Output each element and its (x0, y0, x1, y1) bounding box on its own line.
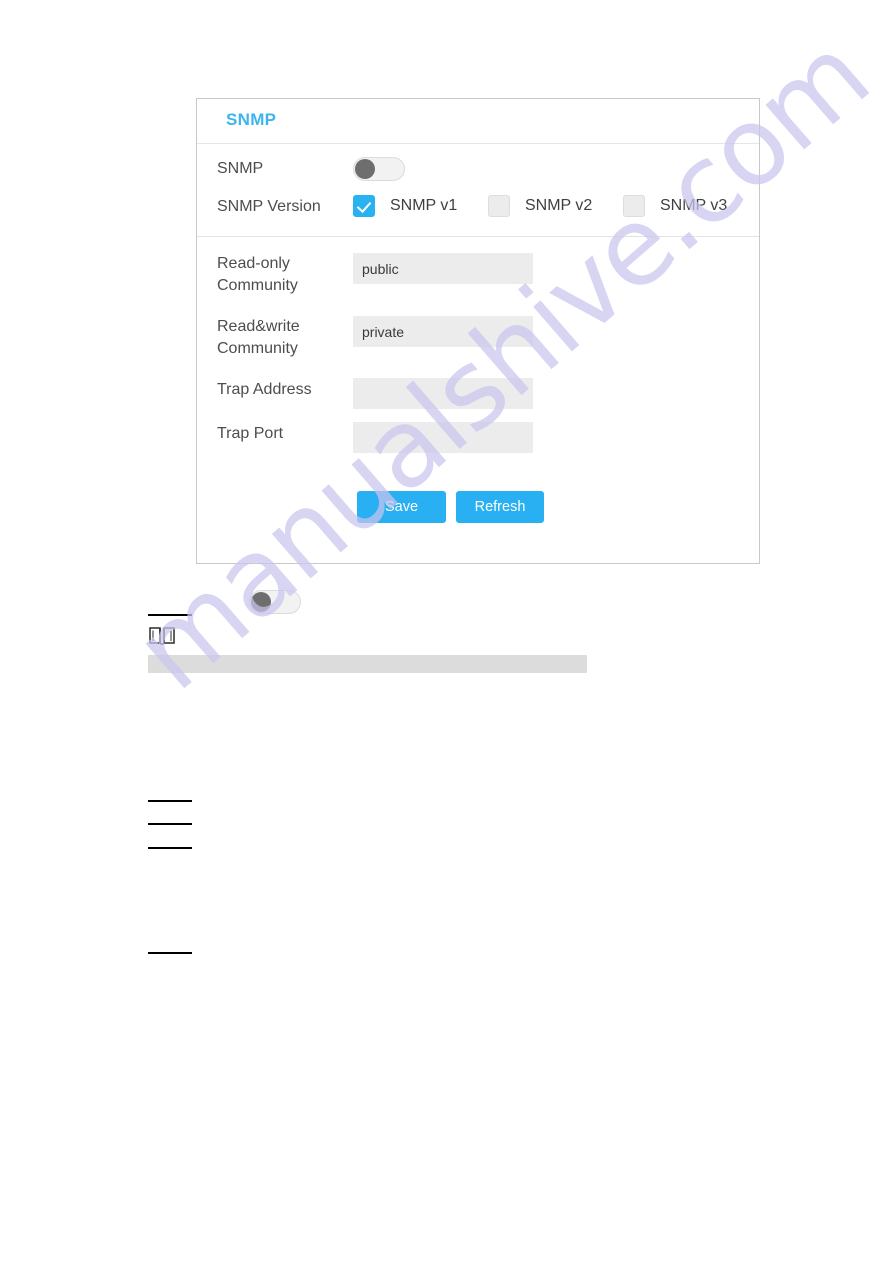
checkbox-snmp-v1[interactable] (353, 195, 375, 217)
snmp-enable-label: SNMP (217, 160, 264, 177)
redacted-rule (148, 847, 192, 849)
redacted-rule (148, 952, 192, 954)
redacted-rule (148, 823, 192, 825)
toggle-knob (251, 592, 271, 612)
panel-header: SNMP (197, 99, 759, 144)
snmp-settings-panel: SNMP SNMP SNMP Version SNMP v1 SNMP v2 S… (196, 98, 760, 564)
checkbox-label-snmp-v1: SNMP v1 (390, 197, 458, 214)
trap-port-input[interactable] (353, 422, 533, 453)
snmp-version-label: SNMP Version (217, 198, 321, 215)
page-title: SNMP (226, 110, 277, 129)
refresh-button[interactable]: Refresh (456, 491, 544, 523)
save-button[interactable]: Save (357, 491, 446, 523)
checkbox-label-snmp-v3: SNMP v3 (660, 197, 728, 214)
trap-port-label: Trap Port (217, 425, 284, 442)
checkbox-snmp-v3[interactable] (623, 195, 645, 217)
redacted-highlight-bar (148, 655, 587, 673)
redacted-rule (148, 614, 192, 616)
snmp-general-section: SNMP SNMP Version SNMP v1 SNMP v2 SNMP v… (197, 144, 759, 237)
trap-address-label: Trap Address (217, 381, 312, 398)
read-only-community-label: Read-only Community (217, 255, 298, 294)
read-only-community-input[interactable] (353, 253, 533, 284)
trap-address-input[interactable] (353, 378, 533, 409)
checkbox-label-snmp-v2: SNMP v2 (525, 197, 593, 214)
read-write-community-label: Read&write Community (217, 318, 300, 357)
read-write-community-input[interactable] (353, 316, 533, 347)
standalone-toggle[interactable] (249, 590, 301, 614)
open-book-icon (148, 625, 176, 647)
checkbox-snmp-v2[interactable] (488, 195, 510, 217)
snmp-enable-toggle[interactable] (353, 157, 405, 181)
toggle-knob (355, 159, 375, 179)
redacted-rule (148, 800, 192, 802)
snmp-community-section: Read-only Community Read&write Community… (197, 237, 759, 563)
